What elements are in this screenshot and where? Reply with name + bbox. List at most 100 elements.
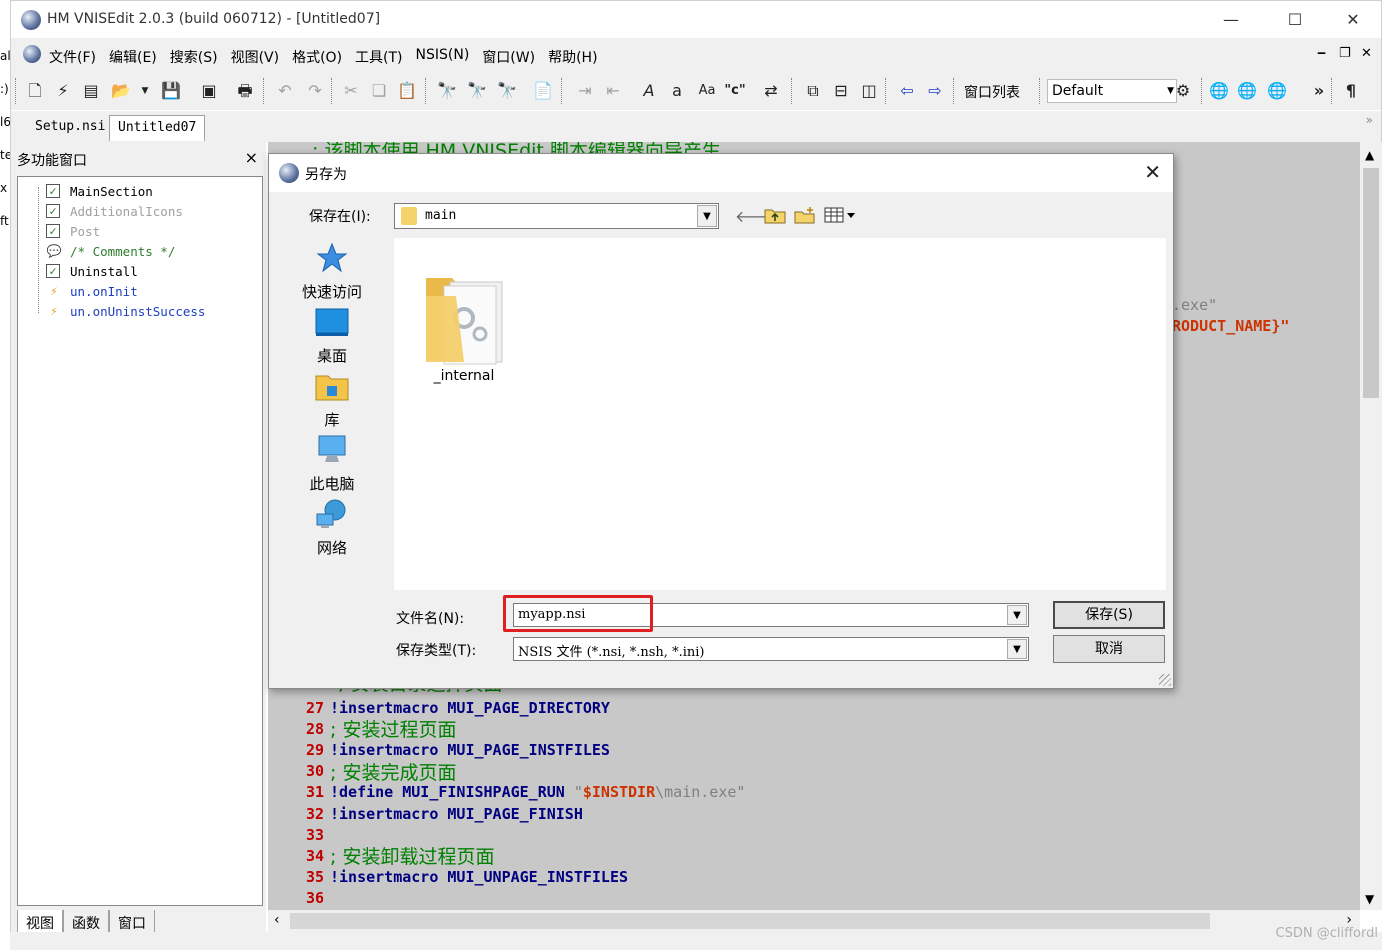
- back-arrow-icon[interactable]: 🡐: [735, 206, 778, 228]
- tree-node-label: un.onInit: [70, 283, 138, 299]
- uppercase-icon[interactable]: A: [637, 80, 661, 102]
- menu-item[interactable]: 搜索(S): [170, 47, 225, 67]
- lowercase-icon[interactable]: a: [665, 80, 689, 102]
- mdi-minimize-button[interactable]: ‒: [1317, 46, 1326, 61]
- redo-icon[interactable]: ↷: [303, 80, 327, 102]
- save-in-select[interactable]: main ▼: [394, 203, 719, 229]
- code-token: ; 安装卸载过程页面: [330, 846, 495, 869]
- cut-icon[interactable]: ✂: [339, 80, 363, 102]
- place-network[interactable]: 网络: [287, 498, 377, 558]
- wizard-wand-icon[interactable]: ⚡: [51, 80, 75, 102]
- menu-item[interactable]: 工具(T): [355, 47, 409, 67]
- profile-select[interactable]: Default ▼: [1047, 79, 1177, 103]
- new-folder-icon[interactable]: [793, 206, 817, 228]
- copy-icon[interactable]: ❏: [367, 80, 391, 102]
- next-window-icon[interactable]: ⇨: [923, 80, 947, 102]
- menu-item[interactable]: 文件(F): [49, 47, 103, 67]
- tree-node[interactable]: ⚡ un.onUninstSuccess: [46, 301, 205, 321]
- paste-icon[interactable]: 📋: [395, 80, 419, 102]
- vertical-scrollbar[interactable]: ▲ ▼: [1360, 142, 1382, 910]
- checkbox[interactable]: ✓: [46, 184, 60, 198]
- menu-item[interactable]: 窗口(W): [482, 47, 542, 67]
- close-button[interactable]: ✕: [1339, 7, 1367, 33]
- find-icon[interactable]: 🔭: [435, 80, 459, 102]
- tabs-overflow-icon[interactable]: »: [1366, 113, 1373, 127]
- wordwrap-icon[interactable]: ⇄: [759, 80, 783, 102]
- mdi-restore-button[interactable]: ❐: [1339, 46, 1351, 61]
- menu-item[interactable]: NSIS(N): [416, 47, 477, 67]
- show-whitespace-icon[interactable]: ¶: [1339, 80, 1363, 102]
- place-this-pc[interactable]: 此电脑: [287, 434, 377, 494]
- compile-icon[interactable]: 🌐: [1207, 80, 1231, 102]
- file-item-folder[interactable]: _internal: [424, 256, 504, 384]
- replace-icon[interactable]: 🔭: [495, 80, 519, 102]
- function-icon: ⚡: [50, 304, 58, 318]
- panel-close-button[interactable]: ×: [245, 148, 258, 167]
- chevron-down-icon[interactable]: ▼: [1007, 605, 1027, 625]
- previous-window-icon[interactable]: ⇦: [895, 80, 919, 102]
- outdent-icon[interactable]: ⇤: [601, 80, 625, 102]
- document-globe-icon[interactable]: [23, 45, 41, 63]
- menu-item[interactable]: 格式(O): [292, 47, 349, 67]
- checkbox[interactable]: ✓: [46, 264, 60, 278]
- file-list-view[interactable]: _internal: [394, 238, 1166, 590]
- save-button[interactable]: 保存(S): [1053, 601, 1165, 629]
- undo-icon[interactable]: ↶: [273, 80, 297, 102]
- cancel-button[interactable]: 取消: [1053, 635, 1165, 663]
- open-folder-icon[interactable]: 📂: [109, 80, 133, 102]
- print-icon[interactable]: 🖶: [233, 80, 257, 102]
- scroll-left-icon[interactable]: ‹: [274, 912, 280, 928]
- tab-untitled07[interactable]: Untitled07: [109, 115, 206, 141]
- tree-node[interactable]: 💬 /* Comments */: [46, 241, 176, 261]
- horizontal-scrollbar[interactable]: ‹ ›: [268, 910, 1360, 932]
- tree-node[interactable]: ✓ Uninstall: [46, 261, 138, 281]
- tree-node[interactable]: ✓ MainSection: [46, 181, 153, 201]
- mdi-close-button[interactable]: ✕: [1361, 46, 1372, 61]
- run-icon[interactable]: 🌐: [1265, 80, 1289, 102]
- filetype-select[interactable]: NSIS 文件 (*.nsi, *.nsh, *.ini) ▼: [513, 637, 1029, 661]
- menu-item[interactable]: 视图(V): [231, 47, 287, 67]
- line-number: 29: [305, 740, 324, 759]
- maximize-button[interactable]: ☐: [1281, 7, 1309, 33]
- toolbar-overflow-icon[interactable]: »: [1307, 80, 1331, 102]
- chevron-down-icon[interactable]: ▼: [697, 205, 717, 227]
- cascade-windows-icon[interactable]: ⧉: [801, 80, 825, 102]
- tile-vertical-icon[interactable]: ◫: [857, 80, 881, 102]
- tree-node[interactable]: ✓ AdditionalIcons: [46, 201, 183, 221]
- goto-line-icon[interactable]: 📄: [531, 80, 555, 102]
- save-all-icon[interactable]: ▣: [197, 80, 221, 102]
- checkbox[interactable]: ✓: [46, 224, 60, 238]
- chevron-down-icon[interactable]: ▼: [1007, 639, 1027, 659]
- menu-item[interactable]: 帮助(H): [548, 47, 604, 67]
- up-folder-icon[interactable]: [763, 206, 787, 228]
- new-file-icon[interactable]: 🗋: [23, 80, 47, 102]
- quote-icon[interactable]: "c": [723, 80, 747, 102]
- checkbox[interactable]: ✓: [46, 204, 60, 218]
- resize-grip[interactable]: [1159, 674, 1171, 686]
- tree-node[interactable]: ✓ Post: [46, 221, 100, 241]
- place-quick-access[interactable]: 快速访问: [287, 242, 377, 302]
- tile-horizontal-icon[interactable]: ⊟: [829, 80, 853, 102]
- template-icon[interactable]: ▤: [79, 80, 103, 102]
- scroll-down-icon[interactable]: ▼: [1365, 892, 1374, 906]
- menu-item[interactable]: 编辑(E): [109, 47, 164, 67]
- hscrollbar-thumb[interactable]: [290, 913, 1210, 929]
- indent-icon[interactable]: ⇥: [573, 80, 597, 102]
- minimize-button[interactable]: —: [1217, 7, 1245, 33]
- find-next-icon[interactable]: 🔭: [465, 80, 489, 102]
- tab-setup[interactable]: Setup.nsi: [27, 115, 113, 141]
- place-desktop[interactable]: 桌面: [287, 306, 377, 366]
- section-tree: ✓ MainSection ✓ AdditionalIcons ✓ Post 💬 /* Com…: [17, 176, 263, 906]
- compile-run-icon[interactable]: 🌐: [1235, 80, 1259, 102]
- open-dropdown-icon[interactable]: ▼: [133, 80, 157, 102]
- scrollbar-thumb[interactable]: [1363, 168, 1379, 398]
- place-libraries[interactable]: 库: [287, 370, 377, 430]
- tree-node[interactable]: ⚡ un.onInit: [46, 281, 138, 301]
- view-menu-icon[interactable]: [823, 206, 859, 228]
- compile-options-icon[interactable]: ⚙: [1171, 80, 1195, 102]
- case-toggle-icon[interactable]: Aa: [695, 80, 719, 102]
- window-list-button[interactable]: 窗口列表: [964, 82, 1020, 102]
- save-icon[interactable]: 💾: [159, 80, 183, 102]
- dialog-close-button[interactable]: ✕: [1144, 160, 1161, 184]
- scroll-up-icon[interactable]: ▲: [1365, 148, 1374, 162]
